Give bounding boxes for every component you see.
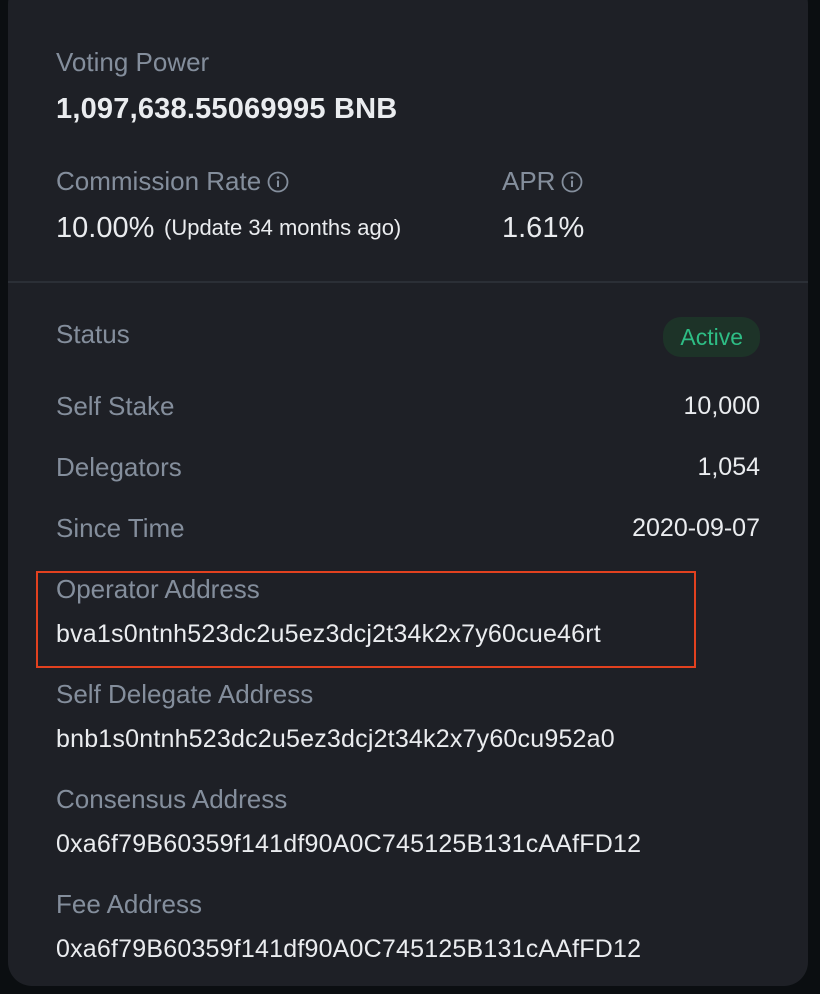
apr-value: 1.61%: [502, 212, 585, 244]
fee-address-label: Fee Address: [56, 889, 202, 919]
since-time-value: 2020-09-07: [632, 514, 760, 542]
commission-rate-value: 10.00%: [56, 212, 155, 244]
self-stake-value: 10,000: [683, 392, 760, 420]
delegators-label: Delegators: [56, 452, 182, 482]
status-badge: Active: [663, 317, 760, 357]
info-circle-icon[interactable]: [267, 171, 289, 193]
fee-address-value: 0xa6f79B60359f141df90A0C745125B131cAAfFD…: [56, 935, 642, 963]
self-delegate-address-value: bnb1s0ntnh523dc2u5ez3dcj2t34k2x7y60cu952…: [56, 725, 615, 753]
apr-label-text: APR: [502, 166, 556, 196]
status-label: Status: [56, 319, 130, 349]
voting-power-value: 1,097,638.55069995 BNB: [56, 93, 398, 125]
commission-rate-label-text: Commission Rate: [56, 166, 262, 196]
since-time-label: Since Time: [56, 513, 185, 543]
commission-update-note: (Update 34 months ago): [164, 215, 402, 240]
voting-power-label: Voting Power: [56, 47, 210, 77]
section-divider: [8, 281, 808, 283]
validator-details-card: Voting Power 1,097,638.55069995 BNB Comm…: [8, 0, 808, 986]
delegators-value: 1,054: [697, 453, 760, 481]
consensus-address-value: 0xa6f79B60359f141df90A0C745125B131cAAfFD…: [56, 830, 642, 858]
consensus-address-label: Consensus Address: [56, 784, 288, 814]
operator-address-highlight-box: [36, 571, 696, 668]
self-stake-label: Self Stake: [56, 391, 175, 421]
apr-label: APR: [502, 165, 583, 197]
self-delegate-address-label: Self Delegate Address: [56, 679, 314, 709]
info-circle-icon[interactable]: [561, 171, 583, 193]
commission-rate-label: Commission Rate: [56, 165, 289, 197]
